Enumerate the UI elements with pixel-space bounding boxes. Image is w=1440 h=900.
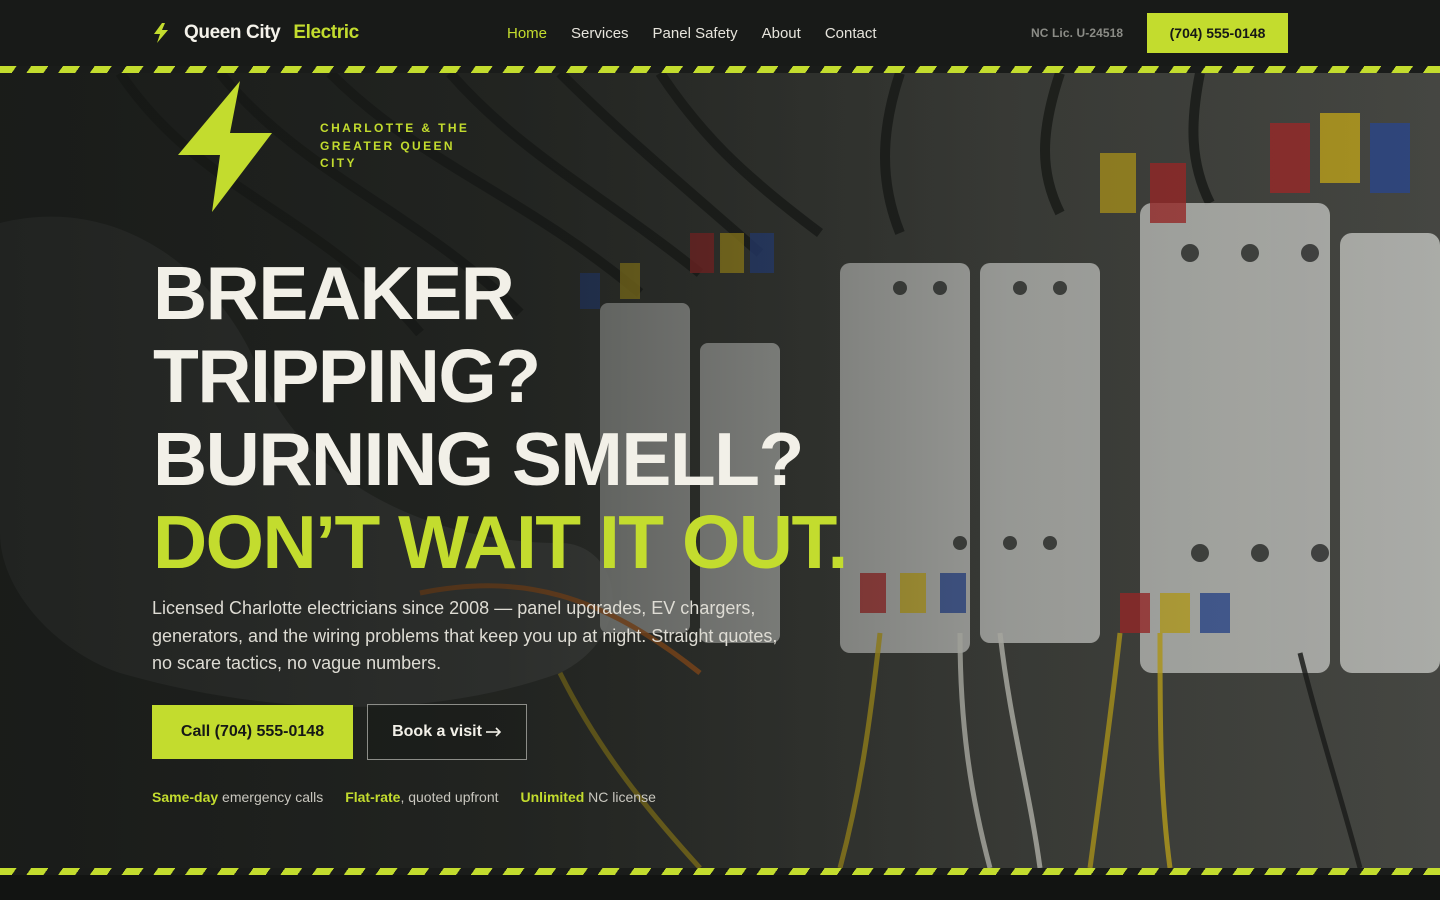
trust-item: Unlimited NC license [520,789,656,805]
nav-home[interactable]: Home [507,25,547,42]
book-visit-label: Book a visit [392,723,482,740]
hero-lead-text: Licensed Charlotte electricians since 20… [152,598,778,673]
arrow-right-icon [485,727,502,737]
brand-name: Queen City [184,22,281,43]
header-phone-button[interactable]: (704) 555-0148 [1147,13,1288,53]
headline-line-4: DON’T WAIT IT OUT. [153,500,848,584]
headline-line-2: TRIPPING? [153,334,541,418]
service-area-tag: Charlotte & the greater Queen City [320,121,470,170]
footer-edge [0,875,1440,900]
site-header: Queen City Electric Home Services Panel … [0,0,1440,66]
call-button[interactable]: Call (704) 555-0148 [152,705,353,759]
brand-logo[interactable]: Queen City Electric [152,0,359,66]
hazard-stripe-bottom [0,868,1440,875]
lightning-bolt-icon [154,23,168,43]
lightning-bolt-icon [178,81,272,212]
trust-item: Same-day emergency calls [152,789,324,805]
nav-panel-safety[interactable]: Panel Safety [653,25,738,42]
main-nav: Home Services Panel Safety About Contact [507,0,877,66]
headline-line-3: BURNING SMELL? [153,417,804,501]
nav-about[interactable]: About [762,25,801,42]
nav-contact[interactable]: Contact [825,25,877,42]
trust-points: Same-day emergency calls Flat-rate, quot… [152,789,656,805]
license-number: NC Lic. U-24518 [1031,26,1124,40]
hazard-stripe-top [0,66,1440,73]
nav-services[interactable]: Services [571,25,629,42]
trust-item: Flat-rate, quoted upfront [345,789,499,805]
headline-line-1: BREAKER [153,251,515,335]
brand-name-accent: Electric [293,22,359,43]
hero-headline: BREAKER TRIPPING? BURNING SMELL? DON’T W… [153,251,848,584]
book-visit-button[interactable]: Book a visit [367,704,527,760]
